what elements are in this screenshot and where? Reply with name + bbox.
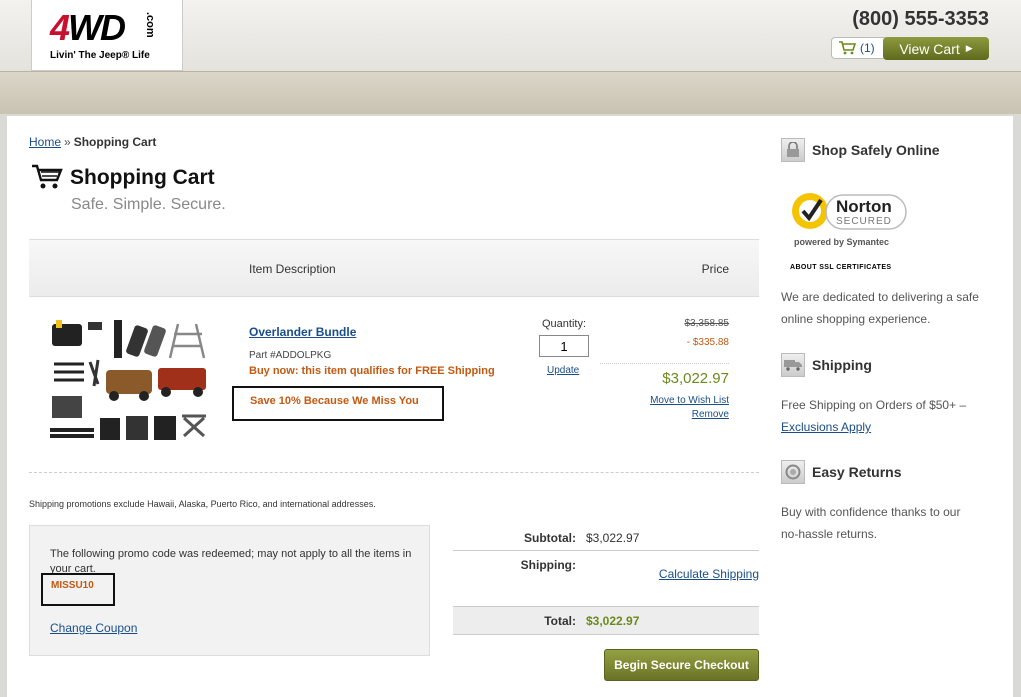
logo-com: .com: [144, 12, 156, 38]
update-link[interactable]: Update: [547, 365, 579, 376]
subtotal-value: $3,022.97: [586, 531, 640, 545]
view-cart-button[interactable]: View Cart ▶: [883, 37, 989, 60]
col-description-header: Item Description: [249, 262, 336, 276]
quantity-label: Quantity:: [542, 318, 587, 330]
cart-icon: [839, 41, 856, 55]
view-cart-label: View Cart: [899, 40, 960, 57]
totals-divider: [453, 550, 759, 551]
shipping-heading: Shipping: [812, 357, 872, 373]
truck-icon: [781, 353, 805, 377]
breadcrumb-separator: »: [64, 135, 71, 149]
total-value: $3,022.97: [586, 614, 640, 628]
norton-name: Norton: [836, 197, 892, 216]
triangle-right-icon: ▶: [965, 43, 973, 53]
remove-item-link[interactable]: Remove: [692, 409, 729, 420]
site-header: 4WD .com Livin' The Jeep® Life (800) 555…: [0, 0, 1021, 72]
product-name-link[interactable]: Overlander Bundle: [249, 325, 356, 339]
logo-mark: 4WD: [50, 7, 126, 48]
easy-returns-heading: Easy Returns: [812, 464, 902, 480]
page-subtitle: Safe. Simple. Secure.: [71, 196, 226, 213]
returns-text: Buy with confidence thanks to our no-has…: [781, 505, 961, 541]
page-title: Shopping Cart: [70, 166, 215, 189]
total-row: Total: $3,022.97: [453, 606, 759, 635]
shipping-label: Shipping:: [520, 558, 576, 572]
exclusions-apply-link[interactable]: Exclusions Apply: [781, 420, 871, 434]
item-divider: [29, 472, 759, 473]
norton-secured-badge[interactable]: Norton SECURED powered by Symantec: [790, 185, 910, 250]
calculate-shipping-link[interactable]: Calculate Shipping: [659, 567, 759, 581]
change-coupon-link[interactable]: Change Coupon: [50, 621, 137, 635]
discount-amount: - $335.88: [686, 337, 729, 348]
shipping-info: Free Shipping on Orders of $50+ – Exclus…: [781, 394, 981, 438]
shop-safely-heading: Shop Safely Online: [812, 142, 940, 158]
shopping-cart-icon: [32, 164, 63, 189]
promo-highlight: Save 10% Because We Miss You: [232, 386, 444, 421]
price-divider: [600, 363, 729, 364]
begin-checkout-button[interactable]: Begin Secure Checkout: [604, 649, 759, 681]
mini-cart[interactable]: (1): [831, 37, 887, 59]
subtotal-label: Subtotal:: [524, 531, 576, 545]
breadcrumb-current: Shopping Cart: [73, 135, 157, 149]
norton-secured-text: SECURED: [836, 216, 892, 227]
shipping-exclusion-note: Shipping promotions exclude Hawaii, Alas…: [29, 499, 376, 509]
site-logo[interactable]: 4WD .com Livin' The Jeep® Life: [31, 0, 183, 71]
total-label: Total:: [544, 614, 576, 628]
nav-bar: [0, 71, 1021, 114]
norton-powered-text: powered by Symantec: [794, 237, 889, 247]
ssl-certificates-link[interactable]: ABOUT SSL CERTIFICATES: [790, 264, 892, 271]
cart-table-header: Item Description Price: [29, 239, 759, 297]
breadcrumb-home-link[interactable]: Home: [29, 135, 61, 149]
coupon-code: MISSU10: [51, 580, 94, 591]
col-price-header: Price: [701, 262, 729, 276]
product-part-number: Part #ADDOLPKG: [249, 350, 332, 361]
final-price: $3,022.97: [662, 370, 729, 387]
shop-safely-text: We are dedicated to delivering a safe on…: [781, 290, 979, 326]
coupon-code-highlight: MISSU10: [41, 573, 115, 606]
shipping-text: Free Shipping on Orders of $50+ –: [781, 398, 967, 412]
promo-text: Save 10% Because We Miss You: [250, 395, 419, 407]
move-to-wishlist-link[interactable]: Move to Wish List: [650, 395, 729, 406]
returns-icon: [781, 460, 805, 484]
phone-number: (800) 555-3353: [852, 8, 989, 30]
product-image[interactable]: [50, 320, 210, 450]
quantity-input[interactable]: [539, 335, 589, 357]
cart-count: (1): [860, 41, 875, 55]
original-price: $3,358.85: [684, 318, 730, 329]
logo-tagline: Livin' The Jeep® Life: [50, 50, 150, 61]
lock-icon: [781, 138, 805, 162]
free-shipping-note: Buy now: this item qualifies for FREE Sh…: [249, 365, 495, 377]
breadcrumb: Home» Shopping Cart: [29, 135, 156, 149]
